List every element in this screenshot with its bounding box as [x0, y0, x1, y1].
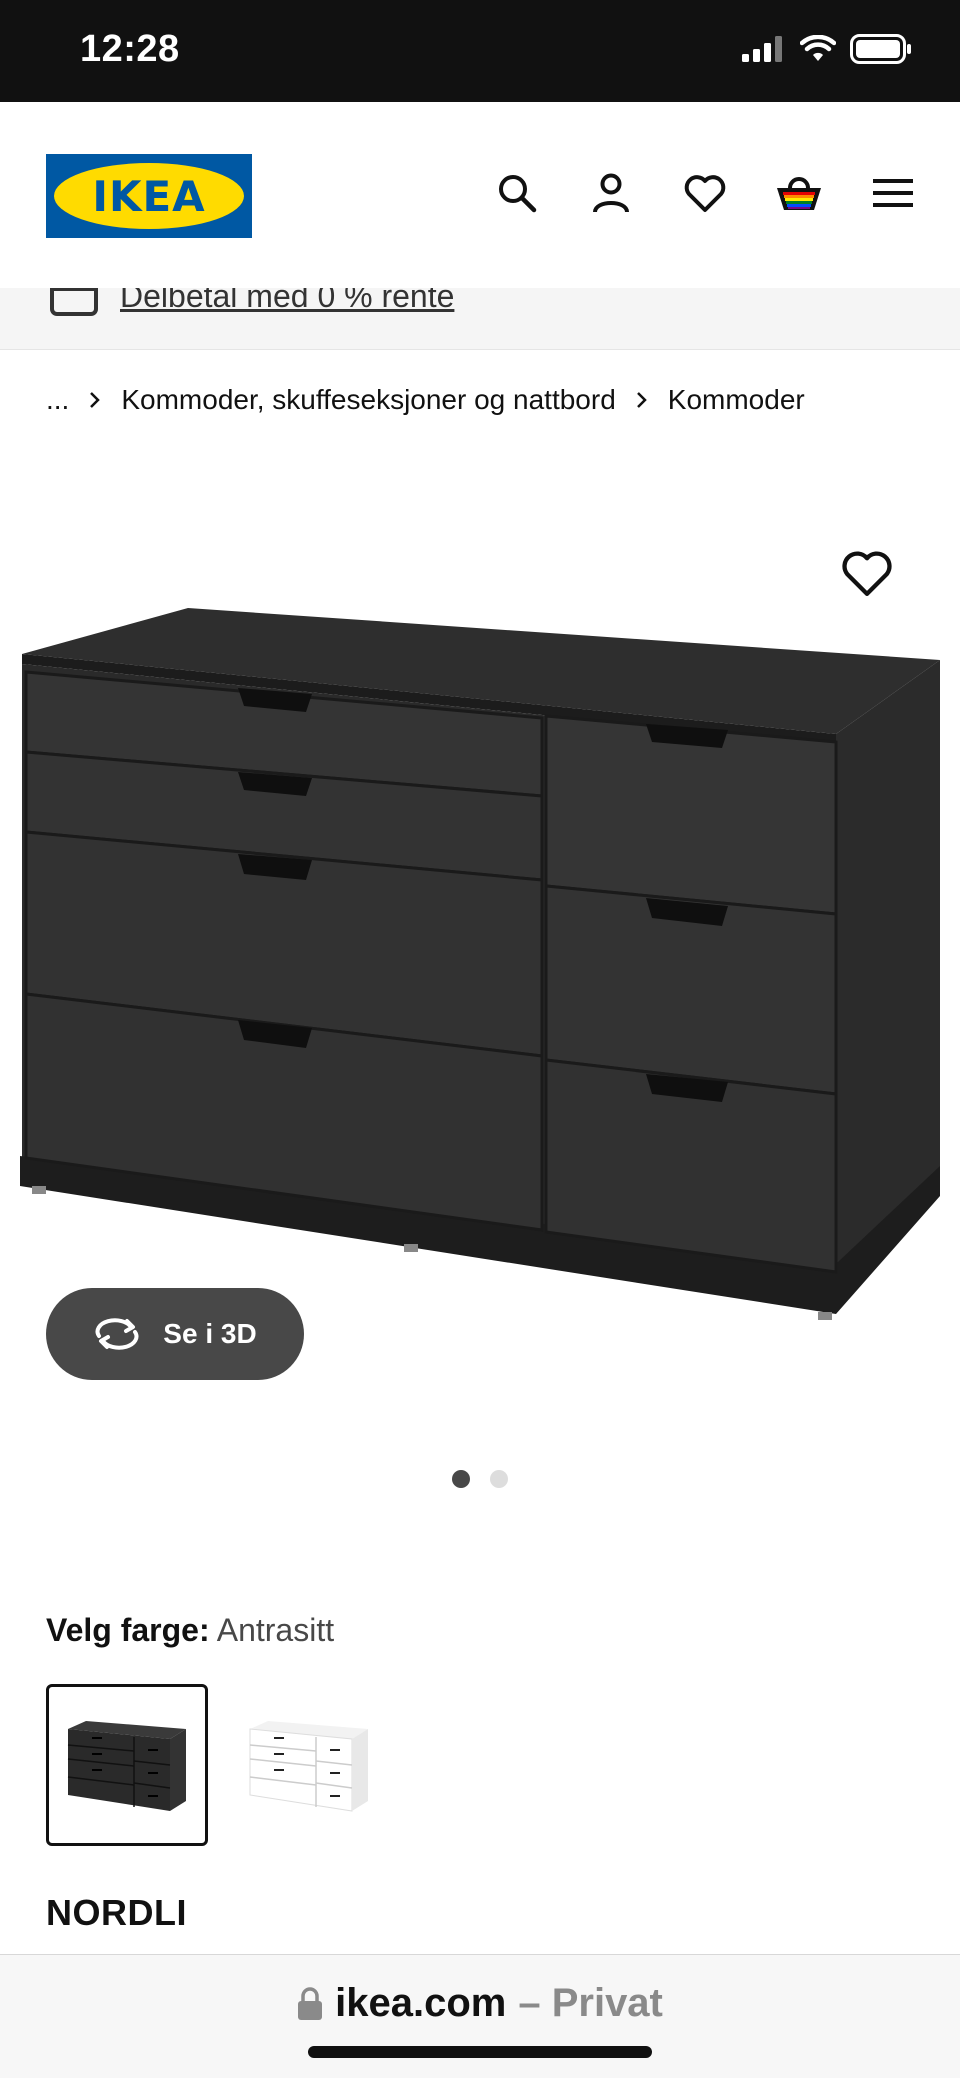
- lock-icon: [298, 1986, 323, 2020]
- carousel-dots: [452, 1470, 508, 1488]
- card-icon: [50, 288, 98, 316]
- logo-text: IKEA: [92, 171, 206, 221]
- rotate-3d-icon: [95, 1318, 139, 1350]
- site-header: IKEA: [0, 102, 960, 288]
- product-image[interactable]: [0, 540, 960, 1340]
- status-bar: 12:28: [0, 0, 960, 102]
- color-swatches: [46, 1684, 390, 1846]
- url-domain: ikea.com: [335, 1981, 507, 2025]
- breadcrumb-ellipsis[interactable]: ...: [46, 384, 69, 416]
- carousel-dot-1[interactable]: [452, 1470, 470, 1488]
- swatch-anthracite[interactable]: [46, 1684, 208, 1846]
- menu-icon[interactable]: [866, 166, 920, 220]
- color-label: Velg farge: Antrasitt: [46, 1612, 334, 1649]
- swatch-anthracite-thumbnail: [67, 1721, 186, 1811]
- favorite-heart-icon[interactable]: [840, 548, 894, 602]
- status-time: 12:28: [80, 28, 180, 70]
- logo-oval: IKEA: [54, 163, 244, 229]
- breadcrumb-category[interactable]: Kommoder, skuffeseksjoner og nattbord: [121, 384, 615, 416]
- ikea-logo[interactable]: IKEA: [46, 154, 252, 238]
- carousel-dot-2[interactable]: [490, 1470, 508, 1488]
- signal-icon: [742, 36, 782, 62]
- battery-icon: [850, 34, 911, 64]
- browser-address-bar[interactable]: ikea.com – Privat: [0, 1954, 960, 2078]
- product-name: NORDLI: [46, 1892, 187, 1933]
- url-display[interactable]: ikea.com – Privat: [0, 1981, 960, 2026]
- swatch-white-thumbnail: [249, 1721, 368, 1812]
- view-3d-label: Se i 3D: [163, 1318, 257, 1349]
- promo-banner: Delbetal med 0 % rente: [0, 288, 960, 350]
- wifi-icon: [800, 35, 836, 61]
- browsing-mode: – Privat: [518, 1981, 663, 2025]
- promo-link[interactable]: Delbetal med 0 % rente: [120, 288, 454, 315]
- selected-color: Antrasitt: [216, 1612, 335, 1648]
- account-icon[interactable]: [584, 166, 638, 220]
- search-icon[interactable]: [490, 166, 544, 220]
- header-icons: [490, 166, 920, 220]
- chevron-right-icon: [636, 391, 648, 409]
- color-label-prefix: Velg farge:: [46, 1612, 210, 1648]
- chevron-right-icon: [89, 391, 101, 409]
- basket-icon[interactable]: [772, 166, 826, 220]
- view-3d-button[interactable]: Se i 3D: [46, 1288, 304, 1380]
- swatch-white[interactable]: [228, 1684, 390, 1846]
- home-indicator[interactable]: [308, 2046, 652, 2058]
- heart-icon[interactable]: [678, 166, 732, 220]
- status-icons: [742, 34, 912, 64]
- breadcrumb-current[interactable]: Kommoder: [668, 384, 805, 416]
- breadcrumb: ... Kommoder, skuffeseksjoner og nattbor…: [46, 384, 805, 416]
